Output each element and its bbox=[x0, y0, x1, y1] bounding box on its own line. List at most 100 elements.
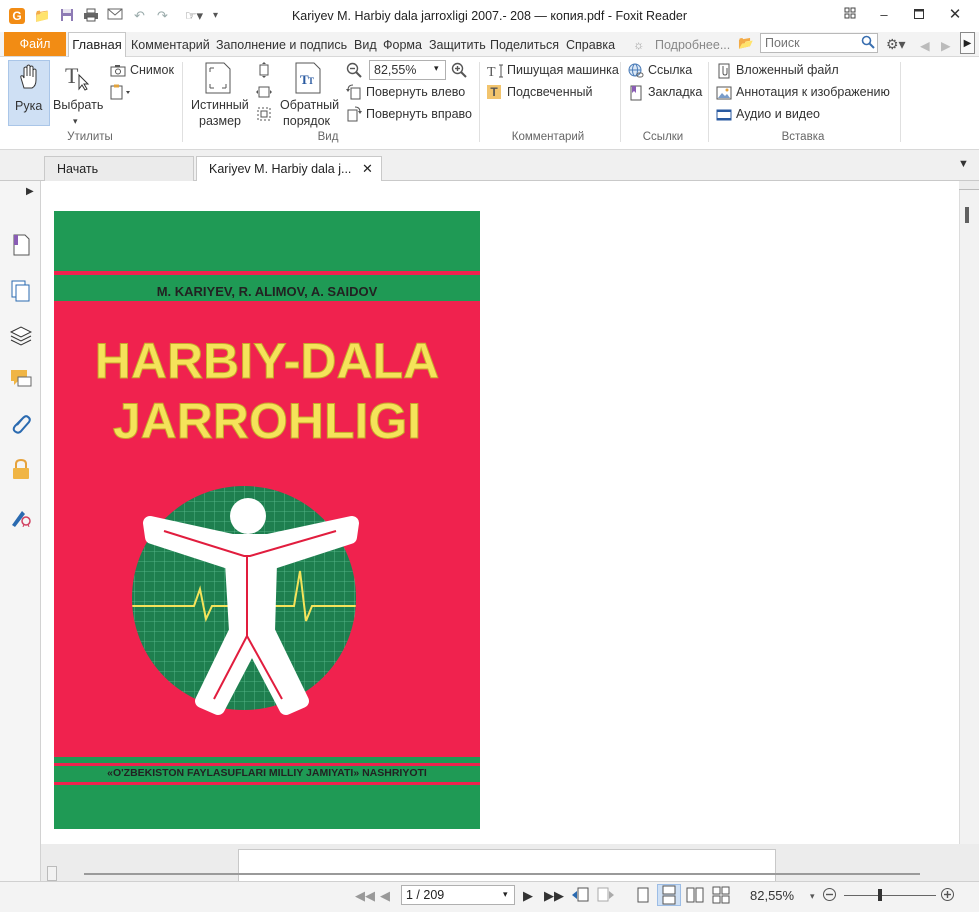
svg-text:T: T bbox=[487, 65, 496, 79]
utilities-group-label: Утилиты bbox=[67, 131, 113, 143]
typewriter-button[interactable]: T Пишущая машинка bbox=[487, 63, 619, 82]
rotate-right-icon bbox=[346, 106, 362, 125]
fit-width-icon[interactable] bbox=[256, 84, 272, 103]
typewriter-label: Пишущая машинка bbox=[507, 63, 619, 77]
pdf-page-cover[interactable]: M. KARIYEV, R. ALIMOV, A. SAIDOV HARBIY-… bbox=[54, 211, 480, 829]
zoom-in-icon[interactable] bbox=[451, 62, 467, 81]
menu-comment[interactable]: Комментарий bbox=[131, 38, 210, 52]
last-page-icon[interactable]: ▶▶ bbox=[544, 887, 564, 905]
search-icon[interactable] bbox=[861, 35, 875, 52]
status-zoom-in-icon[interactable] bbox=[940, 887, 955, 905]
camera-icon bbox=[110, 64, 126, 80]
maximize-icon[interactable] bbox=[909, 6, 929, 24]
horizontal-scroll-left[interactable] bbox=[47, 866, 57, 881]
next-page-icon[interactable]: ▶ bbox=[523, 887, 533, 905]
status-zoom-out-icon[interactable] bbox=[822, 887, 837, 905]
tell-me-more[interactable]: Подробнее... bbox=[655, 38, 730, 52]
scrollbar-thumb[interactable] bbox=[965, 207, 969, 223]
status-zoom-value[interactable]: 82,55% bbox=[750, 887, 794, 905]
zoom-slider-thumb[interactable] bbox=[878, 889, 882, 901]
actual-size-button[interactable]: Истинный размер bbox=[188, 60, 250, 130]
bookmark-button[interactable]: Закладка bbox=[628, 85, 703, 101]
typewriter-icon: T bbox=[487, 63, 505, 82]
clipboard-dropdown-icon[interactable] bbox=[110, 84, 132, 103]
attachments-paperclip-icon[interactable] bbox=[10, 413, 32, 435]
close-icon[interactable]: ✕ bbox=[945, 6, 965, 24]
page-number-box[interactable]: 1 / 209 ▾ bbox=[401, 885, 515, 905]
cover-top-stripe bbox=[54, 271, 480, 275]
actual-size-label-2: размер bbox=[199, 114, 241, 128]
cover-publisher: «O'ZBEKISTON FAYLASUFLARI MILLIY JAMIYAT… bbox=[107, 767, 427, 779]
status-zoom-dropdown-icon[interactable]: ▾ bbox=[810, 887, 815, 905]
zoom-slider-track[interactable] bbox=[844, 895, 936, 896]
snapshot-button[interactable]: Снимок bbox=[110, 63, 180, 79]
menu-share[interactable]: Поделиться bbox=[490, 38, 559, 52]
select-tool-button[interactable]: T Выбрать ▾ bbox=[53, 60, 103, 126]
group-separator bbox=[182, 62, 183, 142]
fit-page-icon[interactable] bbox=[256, 62, 272, 81]
zoom-dropdown-icon[interactable]: ▾ bbox=[434, 63, 439, 74]
attachment-button[interactable]: Вложенный файл bbox=[716, 63, 846, 79]
continuous-facing-view-icon[interactable] bbox=[712, 886, 730, 907]
zoom-out-icon[interactable] bbox=[346, 62, 362, 81]
single-page-view-icon[interactable] bbox=[636, 887, 650, 906]
scrollbar-top-arrow[interactable] bbox=[959, 181, 979, 190]
ribbon-expand-icon[interactable]: ▶ bbox=[960, 32, 975, 54]
ribbon-scroll-right-icon[interactable]: ▶ bbox=[941, 38, 951, 53]
zoom-select-value: 82,55% bbox=[374, 63, 417, 77]
layers-icon[interactable] bbox=[9, 324, 33, 346]
page-thumbnails-icon[interactable] bbox=[10, 234, 32, 256]
link-globe-icon bbox=[628, 63, 644, 82]
pdf-page-next[interactable] bbox=[238, 849, 776, 882]
comments-icon[interactable] bbox=[10, 368, 32, 390]
image-annotation-button[interactable]: Аннотация к изображению bbox=[716, 85, 896, 101]
page-dropdown-icon[interactable]: ▾ bbox=[503, 889, 508, 900]
continuous-view-icon[interactable] bbox=[657, 884, 681, 906]
menu-help[interactable]: Справка bbox=[566, 38, 615, 52]
menu-fill-sign[interactable]: Заполнение и подпись bbox=[216, 38, 347, 52]
tab-list-dropdown-icon[interactable]: ▼ bbox=[958, 158, 969, 170]
highlight-button[interactable]: T Подсвеченный bbox=[487, 85, 597, 101]
title-bar: G 📁 ↶ ↷ ☞▾ ▾ Kariyev M. Harbiy dala jarr… bbox=[0, 0, 979, 32]
previous-view-icon[interactable] bbox=[571, 887, 589, 906]
next-view-icon[interactable] bbox=[597, 887, 615, 906]
first-page-icon[interactable]: ◀◀ bbox=[355, 887, 375, 905]
ribbon-scroll-left-icon[interactable]: ◀ bbox=[920, 38, 930, 53]
hand-tool-button[interactable]: Рука bbox=[8, 60, 50, 126]
previous-page-icon[interactable]: ◀ bbox=[380, 887, 390, 905]
bookmark-icon bbox=[628, 85, 644, 104]
panel-expand-icon[interactable]: ▶ bbox=[26, 186, 34, 197]
tab-close-icon[interactable]: ✕ bbox=[362, 157, 373, 181]
menu-protect[interactable]: Защитить bbox=[429, 38, 486, 52]
tab-home[interactable]: Главная bbox=[68, 32, 126, 57]
facing-view-icon[interactable] bbox=[686, 887, 704, 906]
select-dropdown-icon[interactable]: ▾ bbox=[73, 116, 78, 127]
settings-gear-icon[interactable]: ⚙▾ bbox=[886, 36, 906, 53]
pages-icon[interactable] bbox=[10, 280, 32, 302]
audio-video-button[interactable]: Аудио и видео bbox=[716, 107, 846, 123]
ribbon-display-options-icon[interactable] bbox=[840, 6, 860, 24]
rotate-left-button[interactable]: Повернуть влево bbox=[346, 84, 476, 101]
minimize-icon[interactable]: – bbox=[874, 6, 894, 24]
rotate-left-icon bbox=[346, 84, 362, 103]
security-lock-icon[interactable] bbox=[10, 458, 32, 480]
cover-bottom-stripe bbox=[54, 763, 480, 766]
link-button[interactable]: Ссылка bbox=[628, 63, 698, 79]
search-folder-icon[interactable]: 📂 bbox=[738, 36, 754, 51]
actual-size-icon bbox=[204, 62, 232, 97]
page-number-value: 1 / 209 bbox=[406, 888, 445, 902]
file-menu-button[interactable]: Файл bbox=[4, 32, 66, 56]
tab-start[interactable]: Начать bbox=[44, 156, 194, 181]
highlight-label: Подсвеченный bbox=[507, 85, 593, 99]
group-separator bbox=[620, 62, 621, 142]
tab-document[interactable]: Kariyev M. Harbiy dala j... ✕ bbox=[196, 156, 382, 181]
menu-view[interactable]: Вид bbox=[354, 38, 377, 52]
fit-visible-icon[interactable] bbox=[256, 106, 272, 125]
vertical-scrollbar[interactable] bbox=[959, 181, 979, 844]
zoom-select[interactable]: 82,55% ▾ bbox=[369, 60, 446, 80]
rotate-right-button[interactable]: Повернуть вправо bbox=[346, 106, 476, 123]
reverse-order-button[interactable]: TT Обратный порядок bbox=[278, 60, 340, 130]
horizontal-scrollbar[interactable] bbox=[84, 873, 920, 875]
menu-form[interactable]: Форма bbox=[383, 38, 422, 52]
signature-icon[interactable] bbox=[10, 505, 32, 528]
